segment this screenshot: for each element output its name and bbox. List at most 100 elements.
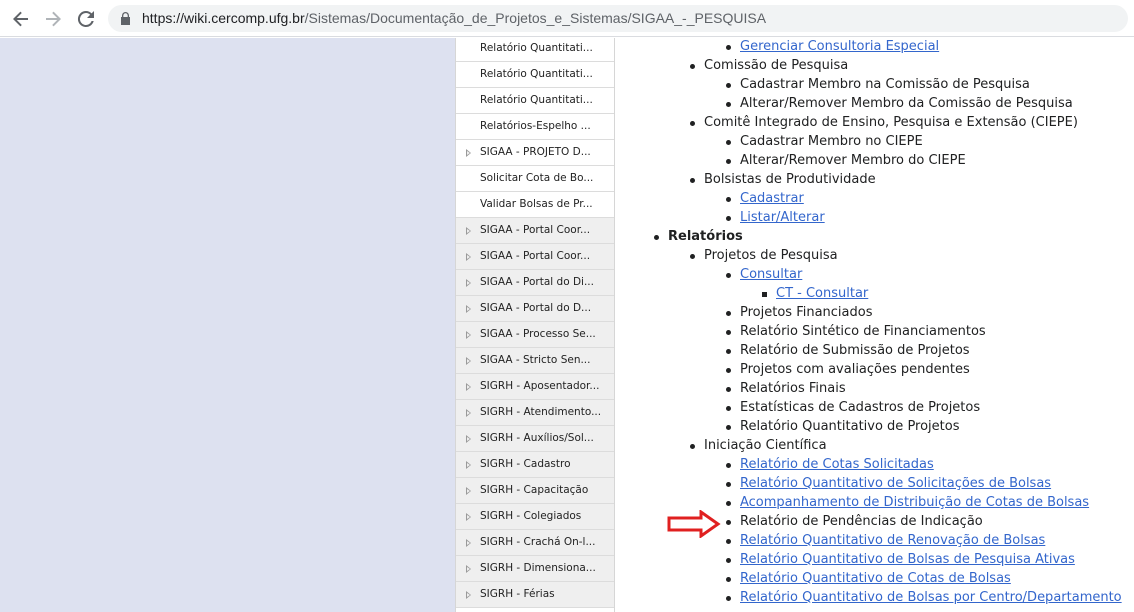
- sidebar-item[interactable]: SIGAA - Portal do D...: [456, 296, 614, 322]
- sidebar-item[interactable]: SIGRH - Cadastro: [456, 452, 614, 478]
- tree-expand-icon[interactable]: [466, 461, 471, 469]
- sidebar-item-label: SIGRH - Dimensiona...: [480, 562, 596, 574]
- list-item[interactable]: Consultar: [616, 265, 1134, 284]
- lock-icon: [120, 11, 131, 30]
- list-item[interactable]: Relatório Quantitativo de Solicitações d…: [616, 474, 1134, 493]
- tree-expand-icon[interactable]: [466, 149, 471, 157]
- bullet-icon: [726, 577, 731, 582]
- sidebar-item-label: SIGAA - Processo Se...: [480, 328, 596, 340]
- list-item: Cadastrar Membro no CIEPE: [616, 132, 1134, 151]
- list-item: Projetos com avaliações pendentes: [616, 360, 1134, 379]
- tree-expand-icon[interactable]: [466, 487, 471, 495]
- sidebar-item[interactable]: Solicitar Cota de Bo...: [456, 166, 614, 192]
- tree-expand-icon[interactable]: [466, 279, 471, 287]
- sidebar-item-label: SIGAA - Portal do Di...: [480, 276, 594, 288]
- sidebar-item[interactable]: SIGRH - Crachá On-l...: [456, 530, 614, 556]
- content-text: Comitê Integrado de Ensino, Pesquisa e E…: [704, 115, 1078, 130]
- tree-expand-icon[interactable]: [466, 565, 471, 573]
- list-item[interactable]: Relatório de Cotas Solicitadas: [616, 455, 1134, 474]
- tree-expand-icon[interactable]: [466, 435, 471, 443]
- sidebar-item[interactable]: SIGRH - Férias: [456, 582, 614, 608]
- list-item[interactable]: Cadastrar: [616, 189, 1134, 208]
- list-item: Relatórios: [616, 227, 1134, 246]
- sidebar-item-label: SIGAA - Portal Coor...: [480, 250, 591, 262]
- content-link[interactable]: Gerenciar Consultoria Especial: [740, 38, 939, 56]
- red-arrow-icon: [667, 510, 721, 538]
- content-text: Comissão de Pesquisa: [704, 58, 849, 73]
- content-link[interactable]: Relatório Quantitativo de Renovação de B…: [740, 531, 1045, 550]
- content-link[interactable]: Relatório Quantitativo de Solicitações d…: [740, 474, 1051, 493]
- tree-expand-icon[interactable]: [466, 591, 471, 599]
- sidebar-item-label: SIGRH - Atendimento...: [480, 406, 602, 418]
- sidebar-item[interactable]: SIGAA - PROJETO D...: [456, 140, 614, 166]
- bullet-icon: [690, 64, 695, 69]
- list-item: Bolsistas de Produtividade: [616, 170, 1134, 189]
- sidebar-item[interactable]: Relatório Quantitati...: [456, 88, 614, 114]
- bullet-icon: [726, 197, 731, 202]
- sidebar-item[interactable]: SIGRH - Dimensiona...: [456, 556, 614, 582]
- tree-expand-icon[interactable]: [466, 227, 471, 235]
- list-item: Cadastrar Membro na Comissão de Pesquisa: [616, 75, 1134, 94]
- sidebar-item[interactable]: SIGRH - Auxílios/Sol...: [456, 426, 614, 452]
- sidebar-item[interactable]: Relatórios-Espelho ...: [456, 114, 614, 140]
- list-item[interactable]: Listar/Alterar: [616, 208, 1134, 227]
- content-link[interactable]: CT - Consultar: [776, 284, 868, 303]
- sidebar-item-label: SIGRH - Capacitação: [480, 484, 589, 496]
- address-bar[interactable]: https://wiki.cercomp.ufg.br/Sistemas/Doc…: [108, 5, 1128, 32]
- bullet-icon: [726, 311, 731, 316]
- sidebar-item[interactable]: SIGRH - Colegiados: [456, 504, 614, 530]
- list-item: Projetos Financiados: [616, 303, 1134, 322]
- tree-expand-icon[interactable]: [466, 305, 471, 313]
- sidebar-item-label: SIGAA - Portal Coor...: [480, 224, 591, 236]
- sidebar-item[interactable]: Relatório Quantitati...: [456, 62, 614, 88]
- content-link[interactable]: Relatório Quantitativo de Bolsas por Cen…: [740, 588, 1122, 607]
- sidebar-item-label: SIGRH - Auxílios/Sol...: [480, 432, 594, 444]
- bullet-icon: [726, 273, 731, 278]
- sidebar-list: Relatório Quantitati... Relatório Quantit…: [456, 38, 614, 608]
- reload-icon[interactable]: [75, 8, 97, 30]
- tree-expand-icon[interactable]: [466, 513, 471, 521]
- content-link[interactable]: Consultar: [740, 265, 802, 284]
- sidebar-item[interactable]: Validar Bolsas de Pr...: [456, 192, 614, 218]
- url-text[interactable]: https://wiki.cercomp.ufg.br/Sistemas/Doc…: [142, 10, 766, 27]
- content-text: Projetos com avaliações pendentes: [740, 362, 970, 377]
- sidebar-item[interactable]: SIGAA - Stricto Sen...: [456, 348, 614, 374]
- content-text: Projetos Financiados: [740, 305, 873, 320]
- back-arrow-icon[interactable]: [10, 8, 32, 30]
- content-link[interactable]: Listar/Alterar: [740, 208, 825, 227]
- bullet-icon: [726, 520, 731, 525]
- list-item[interactable]: Relatório Quantitativo de Cotas de Bolsa…: [616, 569, 1134, 588]
- tree-expand-icon[interactable]: [466, 253, 471, 261]
- tree-expand-icon[interactable]: [466, 539, 471, 547]
- bullet-icon: [690, 178, 695, 183]
- sidebar-item[interactable]: Relatório Quantitati...: [456, 38, 614, 62]
- sidebar-item-label: Validar Bolsas de Pr...: [480, 198, 593, 210]
- list-item[interactable]: Gerenciar Consultoria Especial: [616, 38, 1134, 56]
- content-link[interactable]: Cadastrar: [740, 189, 804, 208]
- list-item[interactable]: Relatório Quantitativo de Bolsas por Cen…: [616, 588, 1134, 607]
- sidebar-item[interactable]: SIGAA - Portal Coor...: [456, 218, 614, 244]
- list-item: Comitê Integrado de Ensino, Pesquisa e E…: [616, 113, 1134, 132]
- content-link[interactable]: Relatório Quantitativo de Cotas de Bolsa…: [740, 569, 1011, 588]
- list-item: Relatório de Submissão de Projetos: [616, 341, 1134, 360]
- tree-expand-icon[interactable]: [466, 409, 471, 417]
- tree-expand-icon[interactable]: [466, 357, 471, 365]
- sidebar-item[interactable]: SIGRH - Atendimento...: [456, 400, 614, 426]
- sidebar-item[interactable]: SIGAA - Portal do Di...: [456, 270, 614, 296]
- list-item[interactable]: Relatório Quantitativo de Bolsas de Pesq…: [616, 550, 1134, 569]
- tree-expand-icon[interactable]: [466, 331, 471, 339]
- content-link[interactable]: Relatório Quantitativo de Bolsas de Pesq…: [740, 550, 1075, 569]
- content-link[interactable]: Relatório de Cotas Solicitadas: [740, 455, 934, 474]
- sidebar-item[interactable]: SIGRH - Aposentador...: [456, 374, 614, 400]
- tree-expand-icon[interactable]: [466, 383, 471, 391]
- list-item: Alterar/Remover Membro do CIEPE: [616, 151, 1134, 170]
- list-item: Comissão de Pesquisa: [616, 56, 1134, 75]
- content-text: Relatório Sintético de Financiamentos: [740, 324, 986, 339]
- sidebar-item[interactable]: SIGRH - Capacitação: [456, 478, 614, 504]
- sidebar-item[interactable]: SIGAA - Portal Coor...: [456, 244, 614, 270]
- sidebar-item[interactable]: SIGAA - Processo Se...: [456, 322, 614, 348]
- forward-arrow-icon[interactable]: [42, 8, 64, 30]
- list-item[interactable]: CT - Consultar: [616, 284, 1134, 303]
- bullet-icon: [726, 387, 731, 392]
- content-link[interactable]: Acompanhamento de Distribuição de Cotas …: [740, 493, 1089, 512]
